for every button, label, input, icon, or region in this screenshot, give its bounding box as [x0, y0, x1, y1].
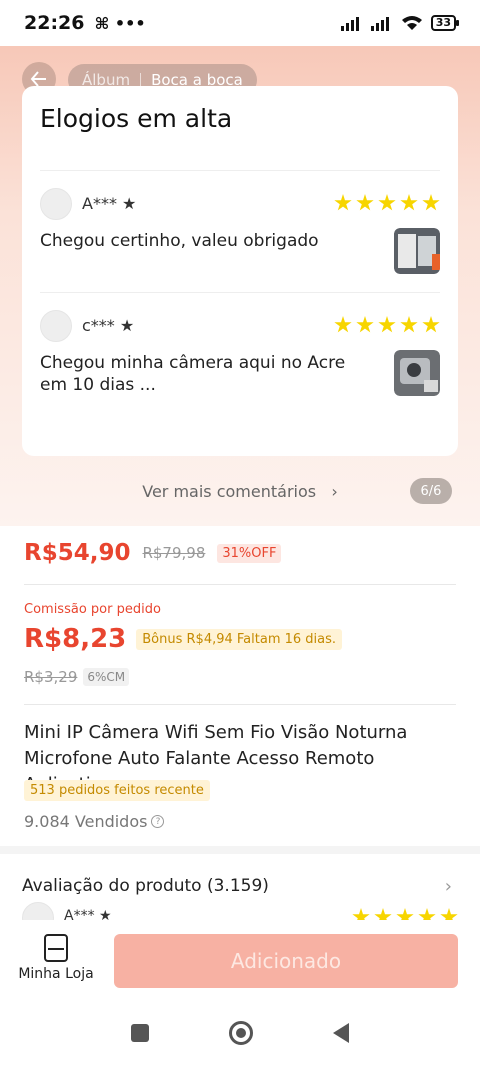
divider — [24, 704, 456, 705]
product-rating-title[interactable]: Avaliação do produto (3.159) — [22, 876, 269, 896]
divider — [40, 170, 440, 171]
card-title: Elogios em alta — [40, 104, 233, 133]
my-store-label: Minha Loja — [18, 966, 94, 982]
info-icon[interactable]: ? — [151, 815, 165, 828]
commission-rate-badge: 6%CM — [83, 668, 130, 686]
star-icon — [356, 316, 374, 333]
star-icon — [334, 194, 352, 211]
original-price: R$79,98 — [142, 544, 206, 562]
price-row: R$54,90 R$79,98 31%OFF — [24, 540, 282, 566]
system-navigation-bar — [0, 1000, 480, 1066]
divider — [24, 584, 456, 585]
review-text: Chegou certinho, valeu obrigado — [40, 231, 319, 251]
review-photo[interactable] — [394, 228, 440, 274]
wifi-icon — [401, 16, 422, 30]
review-stars — [334, 194, 440, 212]
divider — [40, 292, 440, 293]
review-item[interactable]: c*** ★ Chegou minha câmera aqui no Acre … — [40, 310, 440, 420]
signal-icon-2 — [370, 17, 389, 31]
review-text: Chegou minha câmera aqui no Acre em 10 d… — [40, 353, 346, 395]
bottom-action-bar: Minha Loja Adicionado — [0, 920, 480, 1000]
orders-badge: 513 pedidos feitos recente — [24, 780, 210, 801]
bonus-badge: Bônus R$4,94 Faltam 16 dias. — [136, 628, 343, 650]
status-system-icons: 33 — [340, 15, 460, 31]
star-icon — [356, 194, 374, 211]
review-user: c*** ★ — [82, 316, 135, 335]
review-user: A*** ★ — [82, 194, 137, 213]
avatar — [40, 188, 72, 220]
review-stars — [334, 316, 440, 334]
added-button[interactable]: Adicionado — [114, 934, 458, 988]
back-triangle-icon[interactable] — [333, 1023, 349, 1043]
carousel-pager: 6/6 — [410, 478, 452, 504]
recent-apps-icon[interactable] — [131, 1024, 149, 1042]
review-item[interactable]: A*** ★ Chegou certinho, valeu obrigado — [40, 188, 440, 298]
discount-badge: 31%OFF — [217, 543, 282, 563]
commission-value: R$8,23 — [24, 624, 127, 654]
my-store-button[interactable]: Minha Loja — [18, 934, 94, 982]
sold-label: 9.084 Vendidos — [24, 812, 148, 831]
current-price: R$54,90 — [24, 540, 131, 566]
signal-icon — [340, 17, 359, 31]
star-icon — [378, 316, 396, 333]
status-time: 22:26 — [24, 12, 85, 34]
star-icon — [378, 194, 396, 211]
more-comments-link[interactable]: Ver mais comentários › — [0, 482, 480, 501]
star-icon — [400, 316, 418, 333]
star-icon — [334, 316, 352, 333]
commission-row: R$8,23 Bônus R$4,94 Faltam 16 dias. — [24, 624, 343, 654]
store-icon — [44, 934, 68, 962]
sold-count: 9.084 Vendidos ? — [24, 812, 165, 831]
review-photo[interactable] — [394, 350, 440, 396]
home-icon[interactable] — [229, 1021, 253, 1045]
avatar — [40, 310, 72, 342]
old-commission: R$3,29 — [24, 668, 78, 686]
status-bar: 22:26 ⌘ ••• 33 — [0, 0, 480, 46]
star-icon — [422, 316, 440, 333]
more-comments-label: Ver mais comentários — [142, 482, 317, 501]
section-separator — [0, 846, 480, 854]
top-reviews-card: Elogios em alta A*** ★ Chegou certinho, … — [22, 86, 458, 456]
star-icon — [422, 194, 440, 211]
tab-separator — [140, 73, 142, 87]
battery-icon: 33 — [430, 15, 460, 31]
chevron-right-icon: › — [321, 482, 338, 501]
star-icon — [400, 194, 418, 211]
commission-label: Comissão por pedido — [24, 602, 161, 617]
chevron-right-icon[interactable]: › — [445, 876, 452, 897]
old-commission-row: R$3,29 6%CM — [24, 668, 130, 686]
status-notification-icons: ⌘ ••• — [94, 13, 146, 33]
